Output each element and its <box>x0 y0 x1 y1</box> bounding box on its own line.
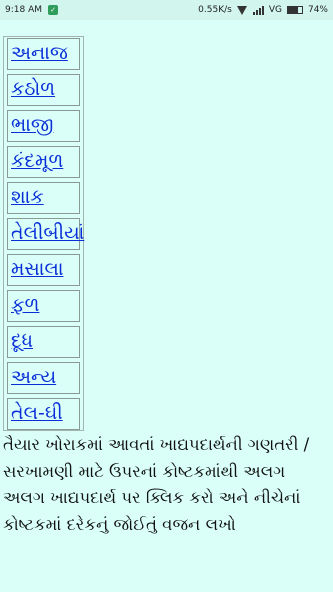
status-time: 9:18 AM <box>5 5 42 15</box>
menu-link-pulses[interactable]: કઠોળ <box>11 78 55 100</box>
security-shield-icon: ✓ <box>48 5 58 15</box>
menu-link-leafy-greens[interactable]: ભાજી <box>11 114 53 136</box>
network-type: VG <box>268 5 282 15</box>
battery-icon <box>286 6 303 14</box>
menu-cell-oil-ghee: તેલ-ઘી <box>7 398 80 430</box>
menu-link-other[interactable]: અન્ય <box>11 366 56 388</box>
menu-cell-milk: દૂધ <box>7 326 80 358</box>
menu-cell-grains: અનાજ <box>7 38 80 70</box>
menu-cell-fruits: ફળ <box>7 290 80 322</box>
menu-link-grains[interactable]: અનાજ <box>11 42 68 64</box>
menu-cell-oilseeds: તેલીબીયાં <box>7 218 84 250</box>
menu-cell-roots: કંદમૂળ <box>7 146 80 178</box>
menu-link-roots[interactable]: કંદમૂળ <box>11 150 63 172</box>
battery-percent: 74% <box>307 5 328 15</box>
network-speed: 0.55K/s <box>198 5 232 15</box>
menu-link-oilseeds[interactable]: તેલીબીયાં <box>11 222 84 244</box>
food-category-table: અનાજ કઠોળ ભાજી કંદમૂળ શાક તેલીબીયાં મસાલ… <box>3 36 84 431</box>
menu-cell-leafy-greens: ભાજી <box>7 110 80 142</box>
menu-cell-pulses: કઠોળ <box>7 74 80 106</box>
menu-cell-vegetables: શાક <box>7 182 80 214</box>
menu-cell-other: અન્ય <box>7 362 80 394</box>
menu-link-spices[interactable]: મસાલા <box>11 258 63 280</box>
menu-cell-spices: મસાલા <box>7 254 80 286</box>
menu-link-vegetables[interactable]: શાક <box>11 186 44 208</box>
menu-link-milk[interactable]: દૂધ <box>11 330 33 352</box>
instructions-text: તૈયાર ખોરાકમાં આવતાં ખાદ્યપદાર્થની ગણતરી… <box>3 435 310 534</box>
signal-icon <box>252 5 264 15</box>
cut-off-content <box>3 583 329 592</box>
status-right-group: 0.55K/s VG 74% <box>198 5 328 15</box>
menu-link-oil-ghee[interactable]: તેલ-ઘી <box>11 402 63 424</box>
menu-link-fruits[interactable]: ફળ <box>11 294 39 316</box>
wifi-icon <box>236 5 248 15</box>
status-bar: 9:18 AM ✓ 0.55K/s VG 74% <box>0 0 333 20</box>
cut-off-text-fragment <box>3 583 7 592</box>
